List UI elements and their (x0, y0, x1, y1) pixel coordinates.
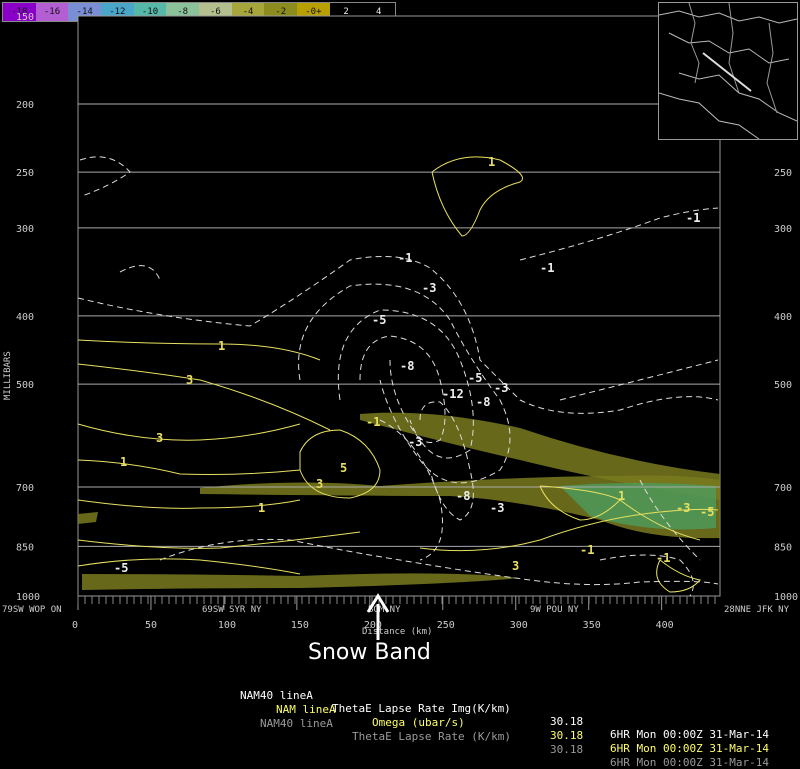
y-tick-label-right: 400 (774, 312, 792, 323)
thetae-contour-label: -1 (656, 551, 670, 565)
omega-contour-label: -8 (456, 489, 470, 503)
omega-contour-label: -3 (422, 281, 436, 295)
x-axis-label: Distance (km) (362, 627, 432, 637)
thetae-contour-label: 3 (316, 477, 323, 491)
y-tick-label-right: 850 (774, 542, 792, 553)
thetae-contour-label: -1 (580, 543, 594, 557)
thetae-contour-label: 1 (488, 155, 495, 169)
snow-band-label: Snow Band (308, 640, 431, 665)
thetae-contour-label: -1 (366, 415, 380, 429)
thetae-contour-label: 1 (258, 501, 265, 515)
thetae-contour-label: 3 (186, 373, 193, 387)
y-tick-label-right: 250 (774, 168, 792, 179)
y-tick-label-right: 500 (774, 380, 792, 391)
thetae-contour-label: 3 (512, 559, 519, 573)
x-tick-label: 300 (510, 620, 528, 631)
thetae-contour-label: -5 (700, 505, 714, 519)
x-tick-label: 50 (145, 620, 157, 631)
omega-contour-label: -3 (494, 381, 508, 395)
omega-contour-label: -3 (490, 501, 504, 515)
thetae-contour-label: 5 (340, 461, 347, 475)
y-tick-label-left: 500 (16, 380, 34, 391)
x-tick-label: 400 (656, 620, 674, 631)
status-field: ThetaE Lapse Rate (K/km) (352, 730, 511, 743)
y-tick-label-left: 150 (16, 12, 34, 23)
thetae-contour-label: 1 (618, 489, 625, 503)
status-value: 30.18 (550, 743, 584, 756)
omega-contour-label: -1 (398, 251, 412, 265)
station-label: 28NNE JFK NY (724, 605, 790, 615)
y-tick-label-left: 250 (16, 168, 34, 179)
omega-contour-label: -1 (686, 211, 700, 225)
omega-contour-label: -5 (114, 561, 128, 575)
thetae-contour-label: 1 (120, 455, 127, 469)
y-tick-label-left: 300 (16, 224, 34, 235)
status-model: NAM40 lineA (260, 717, 333, 730)
y-axis-label: MILLIBARS (3, 351, 13, 400)
omega-contour-label: -3 (408, 435, 422, 449)
y-tick-label-right: 700 (774, 483, 792, 494)
thetae-contour-label: 3 (156, 431, 163, 445)
omega-contour-label: -8 (476, 395, 490, 409)
y-tick-label-left: 1000 (16, 592, 40, 603)
thetae-contour-label: 1 (218, 339, 225, 353)
locator-map-inset (658, 2, 798, 140)
station-label: 69SW SYR NY (202, 605, 262, 615)
status-line-3: NAM40 lineA ThetaE Lapse Rate (K/km) 30.… (0, 704, 800, 769)
station-label: 79SW WOP ON (2, 605, 62, 615)
omega-contour-label: -5 (468, 371, 482, 385)
y-tick-label-right: 300 (774, 224, 792, 235)
x-tick-label: 150 (291, 620, 309, 631)
locator-map-icon (658, 2, 798, 140)
omega-contour-label: -5 (372, 313, 386, 327)
y-tick-label-left: 850 (16, 542, 34, 553)
y-tick-label-left: 200 (16, 100, 34, 111)
station-label: 9W POU NY (530, 605, 579, 615)
x-tick-label: 0 (72, 620, 78, 631)
x-tick-label: 350 (583, 620, 601, 631)
thetae-contour-label: -3 (676, 501, 690, 515)
x-tick-label: 250 (437, 620, 455, 631)
y-tick-label-right: 1000 (774, 592, 798, 603)
status-time: 6HR Mon 00:00Z 31-Mar-14 (610, 756, 769, 769)
y-tick-label-left: 700 (16, 483, 34, 494)
omega-contour-label: -12 (442, 387, 464, 401)
y-tick-label-left: 400 (16, 312, 34, 323)
omega-contour-label: -8 (400, 359, 414, 373)
x-tick-label: 100 (218, 620, 236, 631)
omega-contour-label: -1 (540, 261, 554, 275)
